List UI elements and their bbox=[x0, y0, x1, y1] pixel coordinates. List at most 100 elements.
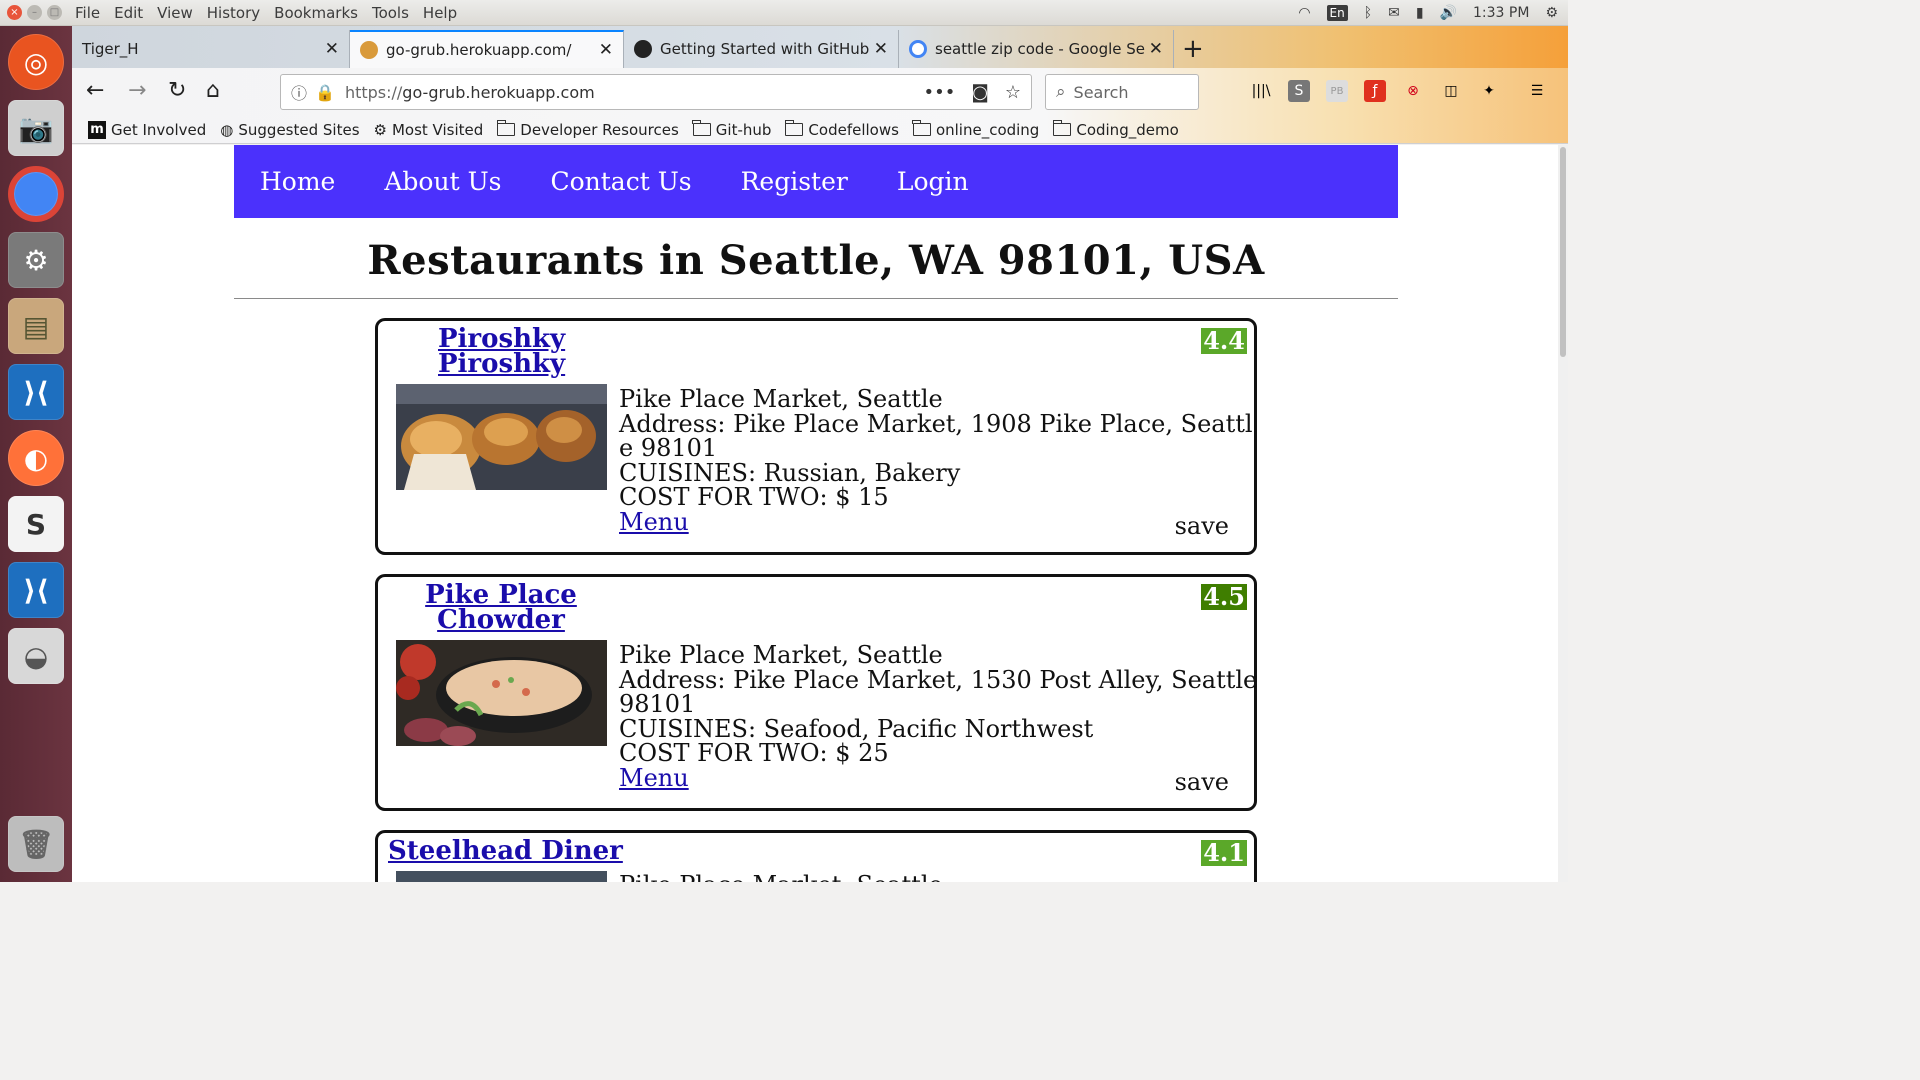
restaurant-name-link[interactable]: Piroshky Piroshky bbox=[438, 326, 565, 377]
gear-icon[interactable]: ⚙ bbox=[1545, 5, 1558, 21]
vscode-secondary-icon[interactable]: ⟩⟨ bbox=[8, 562, 64, 618]
folder-icon bbox=[784, 120, 804, 136]
camera-app-icon[interactable]: 📷 bbox=[8, 100, 64, 156]
volume-icon[interactable]: 🔊 bbox=[1440, 5, 1457, 21]
lock-icon[interactable]: 🔒 bbox=[315, 83, 335, 102]
disk-icon[interactable]: ◒ bbox=[8, 628, 64, 684]
rating-badge: 4.1 bbox=[1201, 838, 1247, 867]
folder-icon bbox=[1052, 120, 1072, 136]
files-app-icon[interactable]: ▤ bbox=[8, 298, 64, 354]
nav-login-link[interactable]: Login bbox=[897, 167, 969, 196]
close-icon[interactable]: ✕ bbox=[599, 40, 613, 60]
page-scrollbar[interactable] bbox=[1558, 145, 1568, 882]
vscode-icon[interactable]: ⟩⟨ bbox=[8, 364, 64, 420]
bookmark-label: Coding_demo bbox=[1076, 120, 1179, 139]
menu-bookmarks[interactable]: Bookmarks bbox=[274, 4, 358, 22]
tab-go-grub[interactable]: go-grub.herokuapp.com/ ✕ bbox=[350, 30, 624, 68]
search-placeholder: Search bbox=[1073, 82, 1129, 102]
forward-arrow-icon[interactable]: → bbox=[128, 78, 146, 103]
bluetooth-icon[interactable]: ᛒ bbox=[1364, 5, 1372, 21]
slack-icon[interactable]: S bbox=[8, 496, 64, 552]
bookmark-label: Developer Resources bbox=[520, 120, 679, 139]
ubuntu-dash-icon[interactable]: ◎ bbox=[8, 34, 64, 90]
pocket-icon[interactable]: ◙ bbox=[971, 82, 988, 103]
trash-icon[interactable]: 🗑 bbox=[8, 816, 64, 872]
url-text[interactable]: https://go-grub.herokuapp.com bbox=[345, 83, 595, 102]
restaurant-card: Steelhead Diner 4.1 Pike Place Market, S… bbox=[375, 830, 1257, 882]
settings-app-icon[interactable]: ⚙ bbox=[8, 232, 64, 288]
tab-tiger-h[interactable]: Tiger_H ✕ bbox=[72, 30, 350, 68]
hamburger-menu-icon[interactable]: ☰ bbox=[1526, 80, 1548, 102]
close-icon[interactable]: ✕ bbox=[325, 39, 339, 59]
bookmark-label: online_coding bbox=[935, 120, 1040, 139]
bookmark-coding-demo[interactable]: Coding_demo bbox=[1052, 120, 1179, 139]
menu-file[interactable]: File bbox=[75, 4, 100, 22]
chrome-icon[interactable] bbox=[8, 166, 64, 222]
page-actions-icon[interactable]: ••• bbox=[924, 82, 956, 103]
restaurant-cost: COST FOR TWO: $ 15 bbox=[619, 483, 889, 511]
flash-icon[interactable]: ƒ bbox=[1364, 80, 1386, 102]
window-minimize-button[interactable]: – bbox=[27, 5, 42, 20]
restaurant-cuisines: CUISINES: Seafood, Pacific Northwest bbox=[619, 714, 1094, 743]
bookmark-label: Git-hub bbox=[715, 120, 772, 139]
menu-edit[interactable]: Edit bbox=[114, 4, 143, 22]
bookmark-suggested-sites[interactable]: ◍ Suggested Sites bbox=[220, 121, 359, 139]
wifi-icon[interactable]: ◠ bbox=[1298, 5, 1310, 21]
bookmark-most-visited[interactable]: ⚙ Most Visited bbox=[374, 121, 484, 139]
search-input[interactable]: ⌕ Search bbox=[1045, 74, 1199, 110]
library-icon[interactable]: |||\ bbox=[1250, 80, 1272, 102]
nav-home-link[interactable]: Home bbox=[260, 167, 335, 196]
nav-register-link[interactable]: Register bbox=[741, 167, 848, 196]
bookmark-label: Get Involved bbox=[111, 120, 207, 139]
mail-icon[interactable]: ✉ bbox=[1388, 5, 1400, 21]
bookmark-online-coding[interactable]: online_coding bbox=[912, 120, 1040, 139]
close-icon[interactable]: ✕ bbox=[1149, 39, 1163, 59]
bookmark-codefellows[interactable]: Codefellows bbox=[784, 120, 899, 139]
reload-icon[interactable]: ↻ bbox=[168, 78, 186, 103]
tab-github[interactable]: Getting Started with GitHub ✕ bbox=[624, 30, 899, 68]
menu-tools[interactable]: Tools bbox=[372, 4, 409, 22]
window-close-button[interactable]: × bbox=[7, 5, 22, 20]
menu-link[interactable]: Menu bbox=[619, 508, 689, 536]
restaurant-name-link[interactable]: Steelhead Diner bbox=[388, 838, 623, 864]
save-button[interactable]: save bbox=[1175, 512, 1229, 540]
tab-google[interactable]: seattle zip code - Google Se ✕ bbox=[899, 30, 1174, 68]
restaurant-name-link[interactable]: Pike Place Chowder bbox=[422, 582, 580, 633]
scrollbar-thumb[interactable] bbox=[1560, 147, 1566, 357]
sidebar-icon[interactable]: ◫ bbox=[1440, 80, 1462, 102]
restaurant-locality: Pike Place Market, Seattle bbox=[619, 873, 1259, 882]
info-icon[interactable]: ⓘ bbox=[291, 80, 307, 104]
menu-link[interactable]: Menu bbox=[619, 764, 689, 792]
tab-bar: Tiger_H ✕ go-grub.herokuapp.com/ ✕ Getti… bbox=[72, 26, 1568, 68]
keyboard-layout-indicator[interactable]: En bbox=[1326, 5, 1348, 21]
menu-history[interactable]: History bbox=[207, 4, 260, 22]
extension-paw-icon[interactable]: ✦ bbox=[1478, 80, 1500, 102]
extension-s-icon[interactable]: S bbox=[1288, 80, 1310, 102]
bookmark-label: Most Visited bbox=[391, 120, 484, 139]
nav-contact-link[interactable]: Contact Us bbox=[550, 167, 691, 196]
window-maximize-button[interactable]: □ bbox=[47, 5, 62, 20]
new-tab-icon[interactable]: + bbox=[1182, 34, 1204, 64]
bookmark-developer-resources[interactable]: Developer Resources bbox=[496, 120, 679, 139]
google-favicon-icon bbox=[909, 40, 927, 58]
nav-about-link[interactable]: About Us bbox=[384, 167, 501, 196]
folder-icon bbox=[496, 120, 516, 136]
back-arrow-icon[interactable]: ← bbox=[86, 78, 104, 103]
menu-view[interactable]: View bbox=[157, 4, 193, 22]
clock[interactable]: 1:33 PM bbox=[1473, 5, 1529, 21]
menu-help[interactable]: Help bbox=[423, 4, 457, 22]
battery-icon[interactable]: ▮ bbox=[1416, 5, 1424, 21]
blocker-icon[interactable]: ⊗ bbox=[1402, 80, 1424, 102]
bookmark-git-hub[interactable]: Git-hub bbox=[692, 120, 772, 139]
save-button[interactable]: save bbox=[1175, 768, 1229, 796]
bookmark-star-icon[interactable]: ☆ bbox=[1005, 82, 1021, 103]
url-bar[interactable]: ⓘ 🔒 https://go-grub.herokuapp.com ••• ◙ … bbox=[280, 74, 1032, 110]
extension-pb-icon[interactable]: PB bbox=[1326, 80, 1348, 102]
restaurant-address: Address: Pike Place Market, 1530 Post Al… bbox=[619, 665, 1258, 718]
home-icon[interactable]: ⌂ bbox=[206, 78, 220, 103]
bookmark-get-involved[interactable]: m Get Involved bbox=[88, 120, 207, 139]
close-icon[interactable]: ✕ bbox=[874, 39, 888, 59]
firefox-icon[interactable]: ◐ bbox=[8, 430, 64, 486]
globe-icon: ◍ bbox=[220, 120, 234, 139]
restaurant-cuisines: CUISINES: Russian, Bakery bbox=[619, 458, 961, 487]
